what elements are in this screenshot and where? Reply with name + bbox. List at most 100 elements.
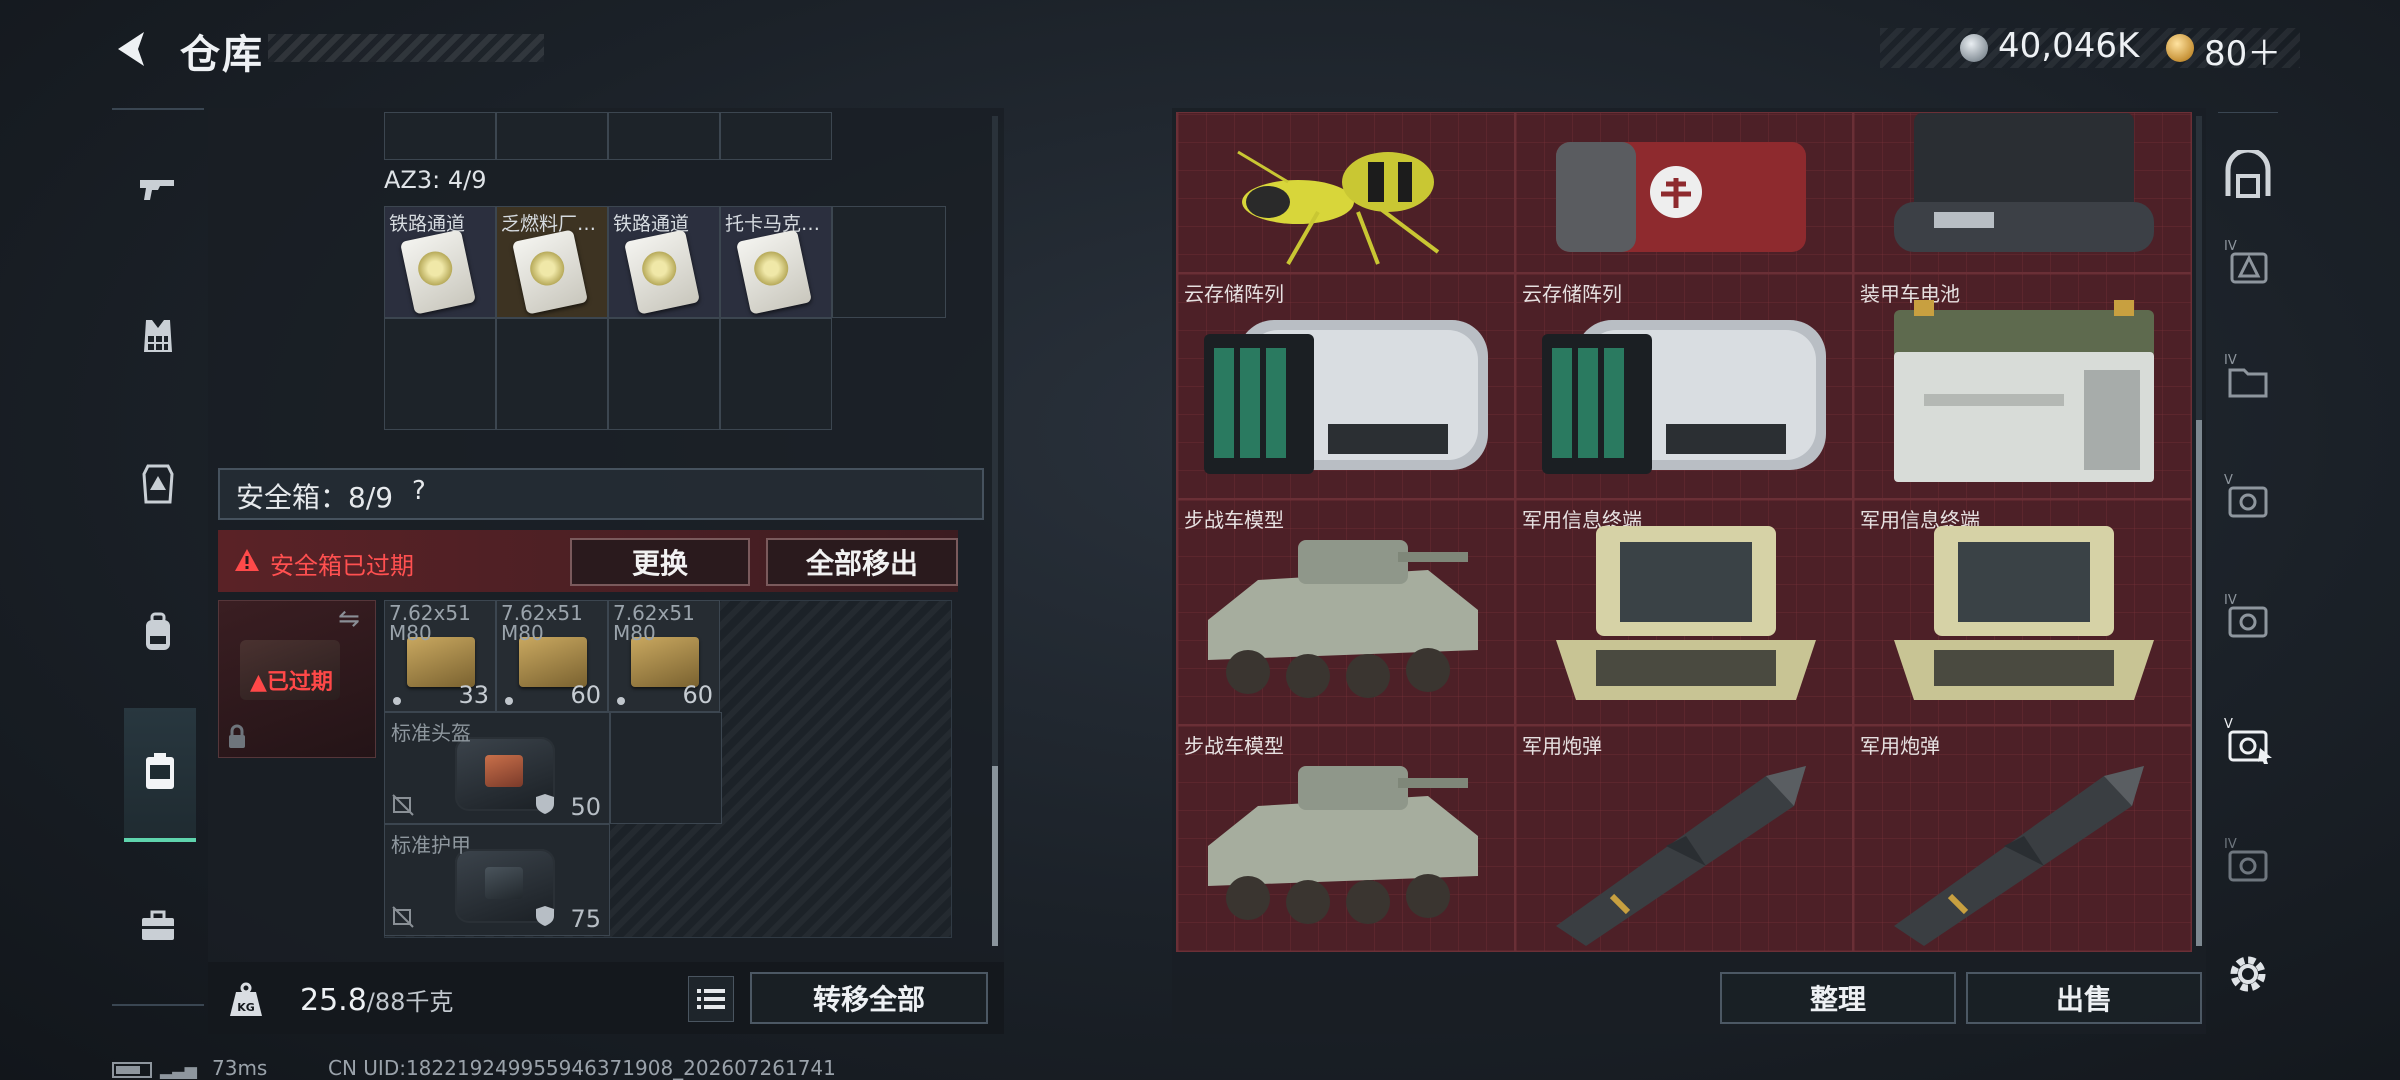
storage-item[interactable]: 军用炮弹 — [1515, 725, 1853, 951]
key-slot-empty[interactable] — [720, 318, 832, 430]
safebox-icon — [146, 753, 174, 789]
gear-durability: 75 — [570, 905, 601, 933]
helmet-item[interactable]: 标准头盔 50 — [384, 712, 610, 824]
key-slot[interactable] — [720, 112, 832, 160]
ammo-item[interactable]: 7.62x51 M80 60 — [496, 600, 608, 712]
ammo-item[interactable]: 7.62x51 M80 60 — [608, 600, 720, 712]
gear-name: 标准头盔 — [391, 721, 471, 745]
nav-safebox[interactable] — [124, 708, 196, 842]
ping-readout: 73ms — [212, 1056, 268, 1080]
no-insure-icon — [392, 906, 414, 928]
storage-item[interactable]: 云存储阵列 — [1515, 273, 1853, 499]
ammo-item[interactable]: 7.62x51 M80 33 — [384, 600, 496, 712]
nav-weapon[interactable] — [122, 152, 194, 224]
gear-durability: 50 — [570, 793, 601, 821]
key-card-icon — [623, 229, 701, 315]
sell-button[interactable]: 出售 — [1966, 972, 2202, 1024]
key-slot-empty[interactable] — [384, 318, 496, 430]
tier5-safe-cursor-icon: V — [2224, 717, 2272, 764]
title-decoration — [268, 34, 544, 62]
artillery-shell-image — [1556, 766, 1806, 946]
swap-arrows-icon: ⇋ — [338, 604, 360, 634]
key-slot-empty[interactable] — [832, 206, 946, 318]
key-slot[interactable] — [384, 112, 496, 160]
ifv-model-image — [1208, 540, 1478, 698]
list-view-button[interactable] — [688, 976, 734, 1022]
lock-icon — [229, 724, 245, 748]
storage-item[interactable] — [1515, 113, 1853, 273]
storage-grid: 云存储阵列 云存储阵列 装甲车电池 步战车模型 军用信息终端 军用信息终端 步战… — [1176, 112, 2192, 952]
ammo-dot-icon — [617, 697, 625, 705]
tier4-safe-icon: IV — [2224, 593, 2268, 638]
rail-tier4-warning[interactable]: IV — [2212, 226, 2284, 298]
key-slot[interactable] — [496, 112, 608, 160]
settings-gear-icon[interactable] — [2224, 950, 2272, 998]
right-scrollbar-thumb[interactable] — [2196, 420, 2202, 946]
storage-item[interactable] — [1853, 113, 2191, 273]
back-button[interactable] — [110, 26, 156, 72]
safebox-capacity: 安全箱：8/9 — [236, 481, 394, 514]
storage-item[interactable]: 步战车模型 — [1177, 499, 1515, 725]
military-terminal-image — [1556, 526, 1816, 700]
weight-kg-icon: KG — [230, 982, 262, 1016]
transfer-all-button[interactable]: 转移全部 — [750, 972, 988, 1024]
storage-item[interactable]: 云存储阵列 — [1177, 273, 1515, 499]
ammo-dot-icon — [505, 697, 513, 705]
safebox-slot-empty[interactable] — [610, 712, 722, 824]
key-item-name: 铁路通道 — [613, 213, 690, 235]
key-item[interactable]: 铁路通道 — [608, 206, 720, 318]
sort-button[interactable]: 整理 — [1720, 972, 1956, 1024]
user-uid: CN UID:18221924995594637190​8_2026072617… — [328, 1056, 836, 1080]
svg-text:KG: KG — [237, 1001, 255, 1014]
cloud-storage-array-image — [1204, 320, 1488, 474]
weight-max: /88千克 — [366, 988, 454, 1016]
help-button[interactable]: ? — [412, 476, 426, 506]
nav-armor[interactable] — [122, 448, 194, 520]
weight-current: 25.8 — [300, 983, 367, 1018]
safebox-expired-text: 已过期 — [266, 670, 333, 695]
nav-backpack[interactable] — [122, 596, 194, 668]
rail-tier5-safe-active[interactable]: V — [2212, 704, 2284, 776]
key-item[interactable]: 托卡马克… — [720, 206, 832, 318]
warning-icon — [235, 549, 259, 571]
key-card-icon — [511, 229, 589, 315]
cloud-storage-array-image — [1542, 320, 1826, 474]
storage-item[interactable]: 军用炮弹 — [1853, 725, 2191, 951]
nav-vest[interactable] — [122, 300, 194, 372]
nav-briefcase[interactable] — [122, 890, 194, 962]
rail-tier5-safe[interactable]: V — [2212, 460, 2284, 532]
artillery-shell-image — [1894, 766, 2144, 946]
rail-vault[interactable] — [2212, 140, 2284, 212]
currency-silver-value: 40,046K — [1998, 26, 2140, 66]
key-item[interactable]: 乏燃料厂… — [496, 206, 608, 318]
key-item[interactable]: 铁路通道 — [384, 206, 496, 318]
wasp-drone-image — [1237, 150, 1440, 265]
fuel-tank-image — [1556, 142, 1806, 252]
storage-item[interactable]: 军用信息终端 — [1853, 499, 2191, 725]
storage-item[interactable]: 步战车模型 — [1177, 725, 1515, 951]
svg-text:V: V — [2224, 473, 2233, 488]
key-slot-empty[interactable] — [608, 318, 720, 430]
storage-item[interactable] — [1177, 113, 1515, 273]
key-container-label: AZ3: 4/9 — [384, 166, 487, 194]
left-scrollbar-thumb[interactable] — [992, 766, 998, 946]
gold-coin-icon — [2166, 34, 2194, 62]
key-item-name: 铁路通道 — [389, 213, 466, 235]
storage-item[interactable]: 军用信息终端 — [1515, 499, 1853, 725]
server-device-image — [1894, 113, 2154, 252]
swap-button[interactable]: 更换 — [570, 538, 750, 586]
rail-tier4-folder[interactable]: IV — [2212, 340, 2284, 412]
vehicle-battery-image — [1894, 300, 2154, 482]
storage-item[interactable]: 装甲车电池 — [1853, 273, 2191, 499]
armor-item[interactable]: 标准护甲 75 — [384, 824, 610, 936]
key-slot[interactable] — [608, 112, 720, 160]
back-arrow-icon — [118, 32, 144, 66]
move-all-button[interactable]: 全部移出 — [766, 538, 958, 586]
backpack-icon — [146, 612, 170, 650]
ammo-name: 7.62x51 M80 — [389, 601, 471, 645]
key-slot-empty[interactable] — [496, 318, 608, 430]
rail-tier4-safe[interactable]: IV — [2212, 580, 2284, 652]
currency-gold-value[interactable]: 80＋ — [2204, 26, 2281, 75]
page-title: 仓库 — [180, 32, 264, 78]
rail-tier4-safe-2[interactable]: IV — [2212, 824, 2284, 896]
